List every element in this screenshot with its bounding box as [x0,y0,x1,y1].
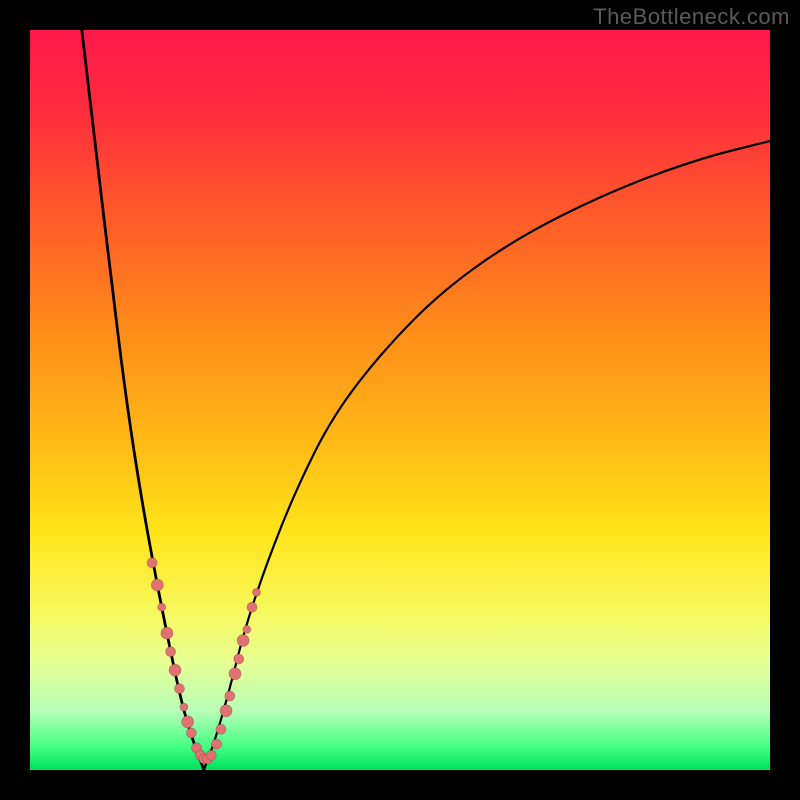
sample-point [174,684,184,694]
sample-point [211,739,221,749]
markers-group [147,558,260,764]
sample-point [169,664,181,676]
sample-point [216,724,226,734]
sample-point [247,602,257,612]
chart-frame: TheBottleneck.com [0,0,800,800]
sample-point [182,716,194,728]
plot-area [30,30,770,770]
left-curve [82,30,204,770]
sample-point [243,625,251,633]
sample-point [234,654,244,664]
sample-point [166,647,176,657]
sample-point [186,728,196,738]
sample-point [237,635,249,647]
curves-svg [30,30,770,770]
watermark-text: TheBottleneck.com [593,4,790,30]
sample-point [220,705,232,717]
right-curve [204,141,770,770]
sample-point [206,750,216,760]
sample-point [252,588,260,596]
sample-point [180,703,188,711]
sample-point [225,691,235,701]
sample-point [147,558,157,568]
sample-point [161,627,173,639]
sample-point [151,579,163,591]
sample-point [229,668,241,680]
sample-point [158,603,166,611]
